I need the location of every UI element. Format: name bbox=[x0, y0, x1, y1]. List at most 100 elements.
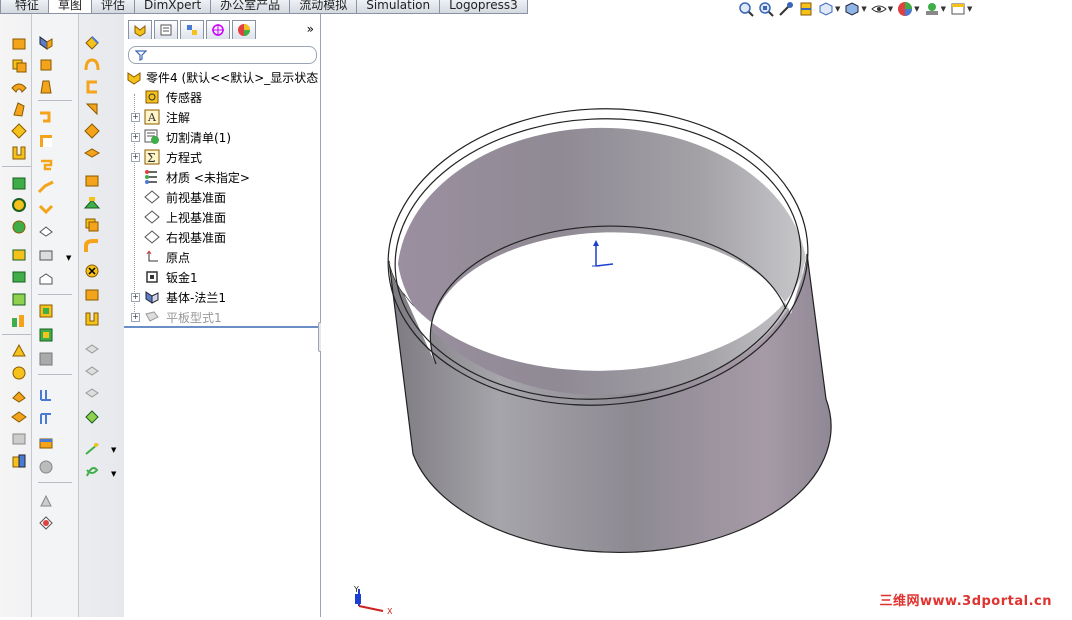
tree-item-flat-pattern[interactable]: + 平板型式1 bbox=[124, 307, 320, 327]
expand-icon[interactable]: + bbox=[131, 292, 140, 302]
linear-pattern-icon[interactable] bbox=[10, 312, 28, 330]
expand-icon[interactable]: + bbox=[131, 312, 140, 322]
gusset-icon[interactable] bbox=[83, 100, 101, 118]
closed-corner-icon[interactable] bbox=[37, 200, 55, 218]
edge-flange-icon[interactable] bbox=[37, 56, 55, 74]
extrude-orange-icon[interactable] bbox=[83, 216, 101, 234]
fold-icon[interactable] bbox=[37, 350, 55, 368]
appearance-dropdown-icon[interactable]: ▼ bbox=[914, 5, 919, 13]
helix-icon[interactable] bbox=[83, 462, 101, 480]
sweep-flange-icon[interactable] bbox=[83, 56, 101, 74]
property-manager-tab[interactable] bbox=[154, 20, 178, 39]
tab-logopress3[interactable]: Logopress3 bbox=[439, 0, 528, 14]
tab-sketch[interactable]: 草图 bbox=[48, 0, 93, 14]
hide-show-icon[interactable] bbox=[871, 1, 887, 17]
welded-corner-icon[interactable] bbox=[37, 222, 55, 240]
tree-root[interactable]: 零件4 (默认<<默认>_显示状态 bbox=[124, 67, 320, 87]
zoom-to-fit-icon[interactable] bbox=[738, 1, 754, 17]
swept-cut-icon[interactable] bbox=[10, 218, 28, 236]
surface-icon[interactable] bbox=[83, 408, 101, 426]
delete-face-icon[interactable] bbox=[83, 262, 101, 280]
tab-flow-simulation[interactable]: 流动模拟 bbox=[289, 0, 358, 14]
rip-icon[interactable] bbox=[37, 270, 55, 288]
panel-expand-icon[interactable]: » bbox=[307, 20, 314, 38]
zoom-area-icon[interactable] bbox=[758, 1, 774, 17]
swept-boss-icon[interactable] bbox=[83, 238, 101, 256]
sweep-icon[interactable] bbox=[10, 78, 28, 96]
configuration-manager-tab[interactable] bbox=[180, 20, 204, 39]
appearance-icon[interactable] bbox=[897, 1, 913, 17]
graphics-area[interactable]: Y X bbox=[321, 14, 1072, 617]
sketched-bend-icon[interactable] bbox=[37, 156, 55, 174]
tree-item-annotations[interactable]: + A 注解 bbox=[124, 107, 320, 127]
tree-item-top-plane[interactable]: 上视基准面 bbox=[124, 207, 320, 227]
boundary-cut-icon[interactable] bbox=[10, 268, 28, 286]
forming-tool-icon[interactable] bbox=[83, 34, 101, 52]
lofted-cut-icon[interactable] bbox=[10, 246, 28, 264]
combine-icon[interactable] bbox=[10, 452, 28, 470]
thicken-icon[interactable] bbox=[83, 172, 101, 190]
flange-orange-icon[interactable] bbox=[83, 144, 101, 162]
display-style-dropdown-icon[interactable]: ▼ bbox=[861, 5, 866, 13]
wrap-icon[interactable] bbox=[10, 408, 28, 426]
hole-wizard-icon[interactable] bbox=[83, 194, 101, 212]
section-view-icon[interactable] bbox=[798, 1, 814, 17]
extrude-boss-icon[interactable] bbox=[10, 34, 28, 52]
gray-tool-2-icon[interactable] bbox=[83, 362, 101, 380]
corner-relief-icon[interactable] bbox=[83, 122, 101, 140]
unfold-icon[interactable] bbox=[37, 326, 55, 344]
tree-item-equations[interactable]: + Σ 方程式 bbox=[124, 147, 320, 167]
dimxpert-manager-tab[interactable] bbox=[206, 20, 230, 39]
tree-item-cut-list[interactable]: + 切割清单(1) bbox=[124, 127, 320, 147]
view-orientation-dropdown-icon[interactable]: ▼ bbox=[835, 5, 840, 13]
shell-icon[interactable] bbox=[10, 364, 28, 382]
rib-orange-icon[interactable] bbox=[83, 310, 101, 328]
boundary-boss-icon[interactable] bbox=[10, 122, 28, 140]
expand-icon[interactable]: + bbox=[131, 112, 140, 122]
helix-dropdown-icon[interactable]: ▼ bbox=[111, 470, 116, 478]
hem-icon[interactable] bbox=[37, 108, 55, 126]
tree-filter-input[interactable] bbox=[128, 46, 317, 64]
mirror-icon[interactable] bbox=[10, 386, 28, 404]
lofted-bend-icon[interactable] bbox=[37, 514, 55, 532]
gray-tool-1-icon[interactable] bbox=[83, 340, 101, 358]
draft-icon[interactable] bbox=[10, 342, 28, 360]
tree-item-right-plane[interactable]: 右视基准面 bbox=[124, 227, 320, 247]
fillet-icon[interactable] bbox=[10, 290, 28, 308]
tab-features[interactable]: 特征 bbox=[0, 0, 50, 14]
tab-and-slot-icon[interactable] bbox=[83, 78, 101, 96]
rip-gray-icon[interactable] bbox=[37, 458, 55, 476]
tab-simulation[interactable]: Simulation bbox=[356, 0, 441, 14]
feature-manager-tab[interactable] bbox=[128, 20, 152, 39]
box-icon[interactable] bbox=[83, 286, 101, 304]
tree-item-material[interactable]: 材质 <未指定> bbox=[124, 167, 320, 187]
display-style-icon[interactable] bbox=[844, 1, 860, 17]
tree-item-base-flange[interactable]: + 基体-法兰1 bbox=[124, 287, 320, 307]
revolve-boss-icon[interactable] bbox=[10, 56, 28, 74]
curve-dropdown-icon[interactable]: ▼ bbox=[111, 446, 116, 454]
expand-icon[interactable]: + bbox=[131, 152, 140, 162]
scene-dropdown-icon[interactable]: ▼ bbox=[941, 5, 946, 13]
tab-dimxpert[interactable]: DimXpert bbox=[134, 0, 212, 14]
convert-to-sheet-metal-icon[interactable] bbox=[37, 492, 55, 510]
base-flange-tool-icon[interactable] bbox=[37, 34, 55, 52]
loft-icon[interactable] bbox=[10, 100, 28, 118]
break-corner-dropdown-icon[interactable]: ▼ bbox=[66, 254, 71, 262]
vent-icon[interactable] bbox=[37, 302, 55, 320]
break-corner-icon[interactable] bbox=[37, 246, 55, 264]
display-manager-tab[interactable] bbox=[232, 20, 256, 39]
revolved-cut-icon[interactable] bbox=[10, 196, 28, 214]
no-bends-icon[interactable] bbox=[37, 410, 55, 428]
insert-bends-icon[interactable] bbox=[37, 434, 55, 452]
tree-item-sensors[interactable]: 传感器 bbox=[124, 87, 320, 107]
tree-item-sheet-metal[interactable]: 钣金1 bbox=[124, 267, 320, 287]
view-settings-icon[interactable] bbox=[950, 1, 966, 17]
gray-tool-3-icon[interactable] bbox=[83, 384, 101, 402]
view-orientation-icon[interactable] bbox=[818, 1, 834, 17]
view-settings-dropdown-icon[interactable]: ▼ bbox=[967, 5, 972, 13]
tree-item-origin[interactable]: 原点 bbox=[124, 247, 320, 267]
tab-evaluate[interactable]: 评估 bbox=[91, 0, 136, 14]
rollback-bar[interactable] bbox=[124, 326, 320, 328]
intersect-icon[interactable] bbox=[10, 430, 28, 448]
expand-icon[interactable]: + bbox=[131, 132, 140, 142]
